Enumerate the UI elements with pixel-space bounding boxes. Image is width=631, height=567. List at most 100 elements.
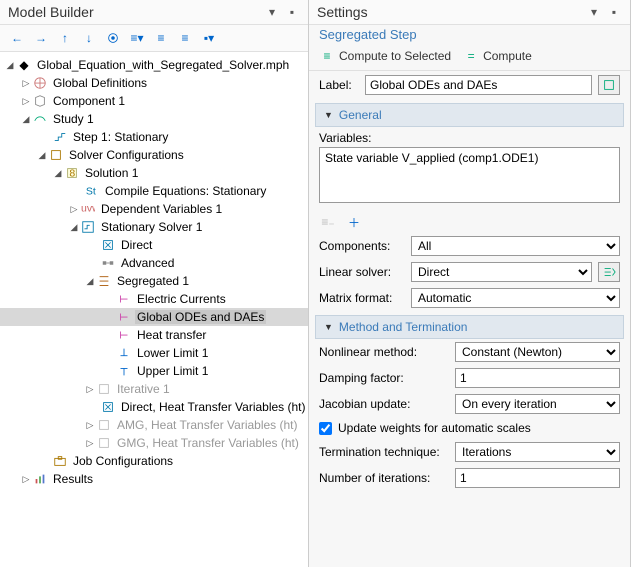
direct-icon bbox=[100, 237, 116, 253]
tree-gmg-ht[interactable]: ▷GMG, Heat Transfer Variables (ht) bbox=[0, 434, 308, 452]
jacobian-update-label: Jacobian update: bbox=[319, 397, 449, 411]
label-input[interactable] bbox=[365, 75, 592, 95]
termination-technique-label: Termination technique: bbox=[319, 445, 449, 459]
label-link-button[interactable] bbox=[598, 75, 620, 95]
panel-menu-icon[interactable]: ▪ bbox=[284, 4, 300, 20]
components-select[interactable]: All bbox=[411, 236, 620, 256]
nonlinear-method-row: Nonlinear method: Constant (Newton) bbox=[309, 339, 630, 365]
tree-step1[interactable]: Step 1: Stationary bbox=[0, 128, 308, 146]
down-button[interactable]: ↓ bbox=[80, 29, 98, 47]
section-general-title: General bbox=[339, 108, 382, 122]
tree-seg-upper-limit[interactable]: Upper Limit 1 bbox=[0, 362, 308, 380]
tree-component1[interactable]: ▷Component 1 bbox=[0, 92, 308, 110]
settings-title: Settings bbox=[317, 4, 368, 20]
up-button[interactable]: ↑ bbox=[56, 29, 74, 47]
tree-seg-lower-limit[interactable]: Lower Limit 1 bbox=[0, 344, 308, 362]
number-iterations-row: Number of iterations: bbox=[309, 465, 630, 491]
tree-job-config[interactable]: Job Configurations bbox=[0, 452, 308, 470]
model-builder-toolbar: ← → ↑ ↓ ≡▾ ≡ ≡ ▪▾ bbox=[0, 25, 308, 52]
matrix-format-row: Matrix format: Automatic bbox=[309, 285, 630, 311]
tree-advanced[interactable]: Advanced bbox=[0, 254, 308, 272]
solution-icon: 8 bbox=[64, 165, 80, 181]
tree-segregated1[interactable]: ◢Segregated 1 bbox=[0, 272, 308, 290]
minimize-icon[interactable]: ▾ bbox=[264, 4, 280, 20]
tree-dependent-vars[interactable]: ▷uvwDependent Variables 1 bbox=[0, 200, 308, 218]
advanced-icon bbox=[100, 255, 116, 271]
back-button[interactable]: ← bbox=[8, 29, 26, 47]
tree-amg-ht[interactable]: ▷AMG, Heat Transfer Variables (ht) bbox=[0, 416, 308, 434]
number-iterations-input[interactable] bbox=[455, 468, 620, 488]
label-row: Label: bbox=[309, 71, 630, 99]
compute-to-selected-button[interactable]: ≡Compute to Selected bbox=[319, 48, 451, 64]
tree-seg-electric-currents[interactable]: Electric Currents bbox=[0, 290, 308, 308]
tree-seg-global-odes[interactable]: Global ODEs and DAEs bbox=[0, 308, 308, 326]
compute-icon: = bbox=[463, 48, 479, 64]
tree-iterative1[interactable]: ▷Iterative 1 bbox=[0, 380, 308, 398]
number-iterations-label: Number of iterations: bbox=[319, 471, 449, 485]
globe-icon bbox=[32, 75, 48, 91]
tree-global-definitions[interactable]: ▷Global Definitions bbox=[0, 74, 308, 92]
nonlinear-method-select[interactable]: Constant (Newton) bbox=[455, 342, 620, 362]
tree-results[interactable]: ▷Results bbox=[0, 470, 308, 488]
compute-button[interactable]: =Compute bbox=[463, 48, 532, 64]
damping-factor-input[interactable] bbox=[455, 368, 620, 388]
settings-actions: ≡Compute to Selected =Compute bbox=[309, 44, 630, 71]
model-tree[interactable]: ◢◆Global_Equation_with_Segregated_Solver… bbox=[0, 52, 308, 567]
variables-label: Variables: bbox=[319, 131, 620, 145]
collapse-button[interactable]: ≡▾ bbox=[128, 29, 146, 47]
damping-factor-row: Damping factor: bbox=[309, 365, 630, 391]
termination-technique-select[interactable]: Iterations bbox=[455, 442, 620, 462]
expand1-button[interactable]: ≡ bbox=[152, 29, 170, 47]
variables-list[interactable]: State variable V_applied (comp1.ODE1) bbox=[319, 147, 620, 203]
linear-solver-select[interactable]: Direct bbox=[411, 262, 592, 282]
study-icon bbox=[32, 111, 48, 127]
forward-button[interactable]: → bbox=[32, 29, 50, 47]
matrix-format-select[interactable]: Automatic bbox=[411, 288, 620, 308]
tree-solution1[interactable]: ◢8Solution 1 bbox=[0, 164, 308, 182]
component-icon bbox=[32, 93, 48, 109]
tree-direct-ht[interactable]: Direct, Heat Transfer Variables (ht) bbox=[0, 398, 308, 416]
update-weights-label: Update weights for automatic scales bbox=[338, 421, 531, 435]
collapse-icon: ▼ bbox=[324, 322, 333, 332]
iterative-icon bbox=[96, 381, 112, 397]
svg-text:St: St bbox=[86, 186, 96, 198]
jacobian-update-select[interactable]: On every iteration bbox=[455, 394, 620, 414]
settings-panel: Settings ▾ ▪ Segregated Step ≡Compute to… bbox=[309, 0, 631, 567]
update-weights-row: Update weights for automatic scales bbox=[309, 417, 630, 439]
collapse-icon: ▼ bbox=[324, 110, 333, 120]
file-icon: ◆ bbox=[16, 57, 32, 73]
damping-factor-label: Damping factor: bbox=[319, 371, 449, 385]
termination-technique-row: Termination technique: Iterations bbox=[309, 439, 630, 465]
tree-root[interactable]: ◢◆Global_Equation_with_Segregated_Solver… bbox=[0, 56, 308, 74]
tree-seg-heat-transfer[interactable]: Heat transfer bbox=[0, 326, 308, 344]
minimize-icon[interactable]: ▾ bbox=[586, 4, 602, 20]
jacobian-update-row: Jacobian update: On every iteration bbox=[309, 391, 630, 417]
linear-solver-goto-button[interactable] bbox=[598, 262, 620, 282]
expand2-button[interactable]: ≡ bbox=[176, 29, 194, 47]
seg-step-icon bbox=[116, 309, 132, 325]
remove-var-button[interactable]: ≡₋ bbox=[319, 213, 337, 231]
svg-text:8: 8 bbox=[69, 168, 75, 180]
tree-solver-config[interactable]: ◢Solver Configurations bbox=[0, 146, 308, 164]
show-button[interactable] bbox=[104, 29, 122, 47]
solver-config-icon bbox=[48, 147, 64, 163]
tree-compile-equations[interactable]: StCompile Equations: Stationary bbox=[0, 182, 308, 200]
panel-menu-icon[interactable]: ▪ bbox=[606, 4, 622, 20]
direct-icon bbox=[100, 399, 116, 415]
tree-study1[interactable]: ◢Study 1 bbox=[0, 110, 308, 128]
section-general-header[interactable]: ▼ General bbox=[315, 103, 624, 127]
seg-step-icon bbox=[116, 327, 132, 343]
model-builder-header: Model Builder ▾ ▪ bbox=[0, 0, 308, 25]
more-button[interactable]: ▪▾ bbox=[200, 29, 218, 47]
update-weights-checkbox[interactable] bbox=[319, 422, 332, 435]
section-method-header[interactable]: ▼ Method and Termination bbox=[315, 315, 624, 339]
seg-step-icon bbox=[116, 291, 132, 307]
compute-sel-icon: ≡ bbox=[319, 48, 335, 64]
matrix-format-label: Matrix format: bbox=[319, 291, 405, 305]
model-builder-title: Model Builder bbox=[8, 4, 94, 20]
tree-stationary-solver[interactable]: ◢Stationary Solver 1 bbox=[0, 218, 308, 236]
upper-limit-icon bbox=[116, 363, 132, 379]
add-var-button[interactable]: ＋ bbox=[345, 213, 363, 231]
tree-direct[interactable]: Direct bbox=[0, 236, 308, 254]
nonlinear-method-label: Nonlinear method: bbox=[319, 345, 449, 359]
